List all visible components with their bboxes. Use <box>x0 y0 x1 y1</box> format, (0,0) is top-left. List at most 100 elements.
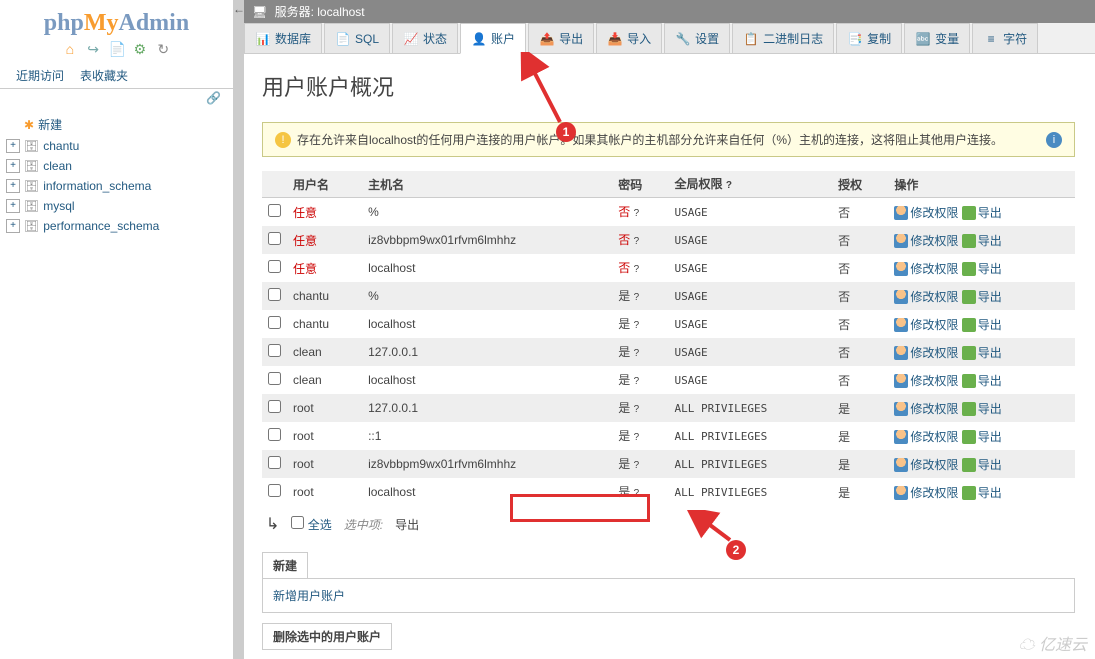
cell-hostname: 127.0.0.1 <box>362 338 612 366</box>
tab-账户[interactable]: 👤账户 <box>460 23 526 54</box>
edit-privileges-link[interactable]: 修改权限 <box>894 206 958 220</box>
export-icon <box>962 318 976 332</box>
help-icon[interactable]: ? <box>634 264 640 275</box>
help-icon[interactable]: ? <box>634 488 640 499</box>
link-icon[interactable]: 🔗 <box>0 89 233 107</box>
row-checkbox[interactable] <box>268 232 281 245</box>
cell-global-priv: USAGE <box>668 282 832 310</box>
help-icon[interactable]: ? <box>634 320 640 331</box>
export-icon <box>962 290 976 304</box>
tab-导入[interactable]: 📥导入 <box>596 23 662 53</box>
tree-db-item[interactable]: +🗄information_schema <box>4 176 229 196</box>
row-checkbox[interactable] <box>268 344 281 357</box>
edit-privileges-link[interactable]: 修改权限 <box>894 430 958 444</box>
select-all-checkbox[interactable] <box>291 516 304 529</box>
edit-privileges-link[interactable]: 修改权限 <box>894 402 958 416</box>
cell-operations: 修改权限 导出 <box>888 478 1075 506</box>
export-link[interactable]: 导出 <box>962 290 1002 304</box>
reload-icon[interactable]: ↻ <box>155 41 171 57</box>
tab-recent[interactable]: 近期访问 <box>8 63 72 88</box>
tab-设置[interactable]: 🔧设置 <box>664 23 730 53</box>
edit-privileges-link[interactable]: 修改权限 <box>894 234 958 248</box>
edit-privileges-link[interactable]: 修改权限 <box>894 458 958 472</box>
export-link[interactable]: 导出 <box>962 402 1002 416</box>
cell-username: root <box>287 478 362 506</box>
expand-icon[interactable]: + <box>6 159 20 173</box>
settings-icon[interactable]: ⚙ <box>132 41 148 57</box>
export-icon <box>962 374 976 388</box>
tree-db-item[interactable]: +🗄chantu <box>4 136 229 156</box>
docs-icon[interactable]: 📄 <box>109 41 125 57</box>
row-checkbox[interactable] <box>268 260 281 273</box>
db-name: information_schema <box>43 179 151 193</box>
export-link[interactable]: 导出 <box>962 234 1002 248</box>
tab-favorites[interactable]: 表收藏夹 <box>72 63 136 88</box>
tree-db-item[interactable]: +🗄clean <box>4 156 229 176</box>
export-link[interactable]: 导出 <box>962 374 1002 388</box>
row-checkbox[interactable] <box>268 400 281 413</box>
select-all[interactable]: 全选 <box>291 516 331 533</box>
cell-operations: 修改权限 导出 <box>888 450 1075 478</box>
export-link[interactable]: 导出 <box>962 318 1002 332</box>
edit-privileges-link[interactable]: 修改权限 <box>894 486 958 500</box>
help-icon[interactable]: ? <box>634 404 640 415</box>
export-link[interactable]: 导出 <box>962 486 1002 500</box>
edit-privileges-link[interactable]: 修改权限 <box>894 318 958 332</box>
cell-username: clean <box>287 366 362 394</box>
row-checkbox[interactable] <box>268 456 281 469</box>
tab-导出[interactable]: 📤导出 <box>528 23 594 53</box>
edit-privileges-link[interactable]: 修改权限 <box>894 346 958 360</box>
expand-icon[interactable]: + <box>6 219 20 233</box>
home-icon[interactable]: ⌂ <box>62 41 78 57</box>
help-icon[interactable]: ? <box>634 236 640 247</box>
sidebar-toolbar: ⌂ ↪ 📄 ⚙ ↻ <box>0 39 233 63</box>
expand-icon[interactable]: + <box>6 139 20 153</box>
export-link[interactable]: 导出 <box>962 206 1002 220</box>
tab-数据库[interactable]: 📊数据库 <box>244 23 322 53</box>
help-icon[interactable]: ? <box>634 376 640 387</box>
tree-db-item[interactable]: +🗄mysql <box>4 196 229 216</box>
row-checkbox[interactable] <box>268 428 281 441</box>
help-icon[interactable]: ? <box>634 208 640 219</box>
tab-复制[interactable]: 📑复制 <box>836 23 902 53</box>
table-row: chantulocalhost是 ?USAGE否修改权限 导出 <box>262 310 1075 338</box>
help-icon[interactable]: ? <box>634 292 640 303</box>
tab-二进制日志[interactable]: 📋二进制日志 <box>732 23 834 53</box>
row-checkbox[interactable] <box>268 484 281 497</box>
help-icon[interactable]: ? <box>634 432 640 443</box>
footer-export-link[interactable]: 导出 <box>395 516 419 533</box>
db-name: clean <box>43 159 72 173</box>
export-link[interactable]: 导出 <box>962 262 1002 276</box>
edit-privileges-link[interactable]: 修改权限 <box>894 374 958 388</box>
warning-icon: ! <box>275 132 291 148</box>
row-checkbox[interactable] <box>268 288 281 301</box>
tab-icon: 🔧 <box>675 31 691 47</box>
help-icon[interactable]: ? <box>634 348 640 359</box>
tab-变量[interactable]: 🔤变量 <box>904 23 970 53</box>
expand-icon[interactable]: + <box>6 199 20 213</box>
edit-privileges-link[interactable]: 修改权限 <box>894 290 958 304</box>
row-checkbox[interactable] <box>268 316 281 329</box>
tab-icon: ≡ <box>983 31 999 47</box>
add-user-link[interactable]: 新增用户账户 <box>273 589 345 603</box>
export-link[interactable]: 导出 <box>962 430 1002 444</box>
tree-new[interactable]: ✱ 新建 <box>4 113 229 136</box>
export-link[interactable]: 导出 <box>962 346 1002 360</box>
info-icon[interactable]: i <box>1046 132 1062 148</box>
person-icon <box>894 262 908 276</box>
logout-icon[interactable]: ↪ <box>85 41 101 57</box>
cell-grant: 否 <box>832 254 888 282</box>
tab-SQL[interactable]: 📄SQL <box>324 23 390 53</box>
cell-username: chantu <box>287 310 362 338</box>
help-icon[interactable]: ? <box>726 180 732 191</box>
tab-字符[interactable]: ≡字符 <box>972 23 1038 53</box>
tree-db-item[interactable]: +🗄performance_schema <box>4 216 229 236</box>
help-icon[interactable]: ? <box>634 460 640 471</box>
row-checkbox[interactable] <box>268 204 281 217</box>
export-link[interactable]: 导出 <box>962 458 1002 472</box>
expand-icon[interactable]: + <box>6 179 20 193</box>
edit-privileges-link[interactable]: 修改权限 <box>894 262 958 276</box>
row-checkbox[interactable] <box>268 372 281 385</box>
sidebar-collapse-button[interactable]: ← <box>234 0 244 659</box>
tab-状态[interactable]: 📈状态 <box>392 23 458 53</box>
